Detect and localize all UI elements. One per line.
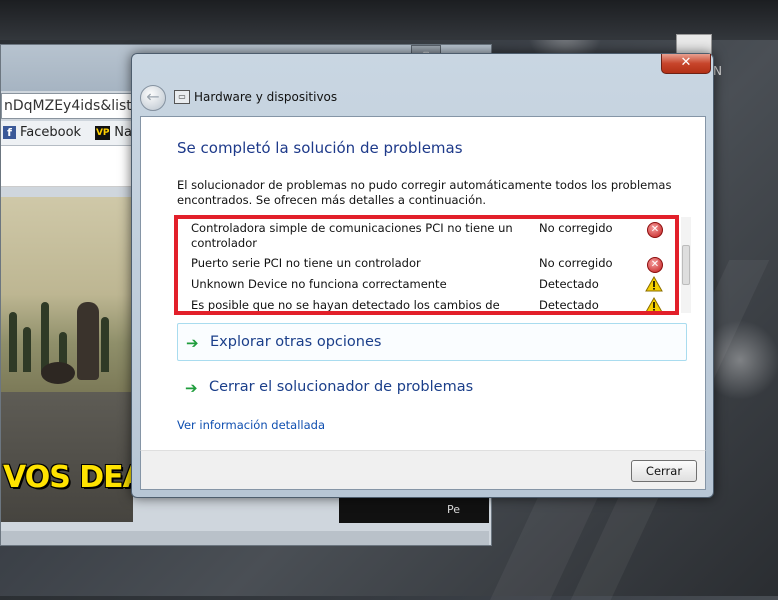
browser-page-area bbox=[1, 146, 141, 187]
control-panel-icon: ▭ bbox=[174, 90, 190, 104]
desktop-corner-text: N bbox=[713, 64, 722, 78]
close-icon: ✕ bbox=[680, 55, 692, 70]
explore-options-label: Explorar otras opciones bbox=[210, 334, 382, 350]
issues-scrollbar[interactable] bbox=[681, 217, 691, 313]
page-description: El solucionador de problemas no pudo cor… bbox=[177, 178, 672, 207]
dialog-content: Se completó la solución de problemas El … bbox=[140, 116, 706, 452]
bookmark-facebook-label: Facebook bbox=[20, 125, 82, 140]
browser-address-bar[interactable]: nDqMZEy4ids&list= bbox=[1, 93, 145, 119]
video-thumbnail-strip[interactable]: Pe bbox=[339, 497, 489, 523]
view-details-link[interactable]: Ver información detallada bbox=[177, 418, 325, 432]
bookmark-facebook[interactable]: f Facebook bbox=[1, 125, 85, 140]
close-troubleshooter-link[interactable]: ➔ Cerrar el solucionador de problemas bbox=[177, 369, 687, 407]
scrollbar-thumb[interactable] bbox=[682, 245, 690, 285]
close-troubleshooter-label: Cerrar el solucionador de problemas bbox=[209, 379, 474, 395]
close-button[interactable]: Cerrar bbox=[631, 460, 697, 482]
green-arrow-icon: ➔ bbox=[186, 334, 199, 352]
dialog-title: Hardware y dispositivos bbox=[194, 90, 338, 104]
facebook-icon: f bbox=[3, 126, 16, 139]
back-button[interactable]: ← bbox=[140, 85, 166, 111]
video-animal-figure bbox=[41, 362, 75, 384]
thumbnail-text: Pe bbox=[447, 503, 461, 516]
highlight-frame bbox=[174, 215, 679, 315]
vp-icon: VP bbox=[95, 125, 111, 140]
green-arrow-icon: ➔ bbox=[185, 379, 198, 397]
browser-statusbar bbox=[1, 531, 489, 545]
explore-options-link[interactable]: ➔ Explorar otras opciones bbox=[177, 323, 687, 361]
bookmarks-bar: fFacebook VPNaru bbox=[1, 121, 141, 146]
video-person-figure bbox=[77, 302, 99, 380]
page-title: Se completó la solución de problemas bbox=[177, 139, 463, 157]
troubleshooter-dialog: ← ▭ Hardware y dispositivos ✕ Se complet… bbox=[131, 53, 714, 498]
dialog-footer: Cerrar bbox=[140, 450, 706, 490]
back-arrow-icon: ← bbox=[146, 87, 160, 106]
close-window-button[interactable]: ✕ bbox=[661, 54, 711, 74]
